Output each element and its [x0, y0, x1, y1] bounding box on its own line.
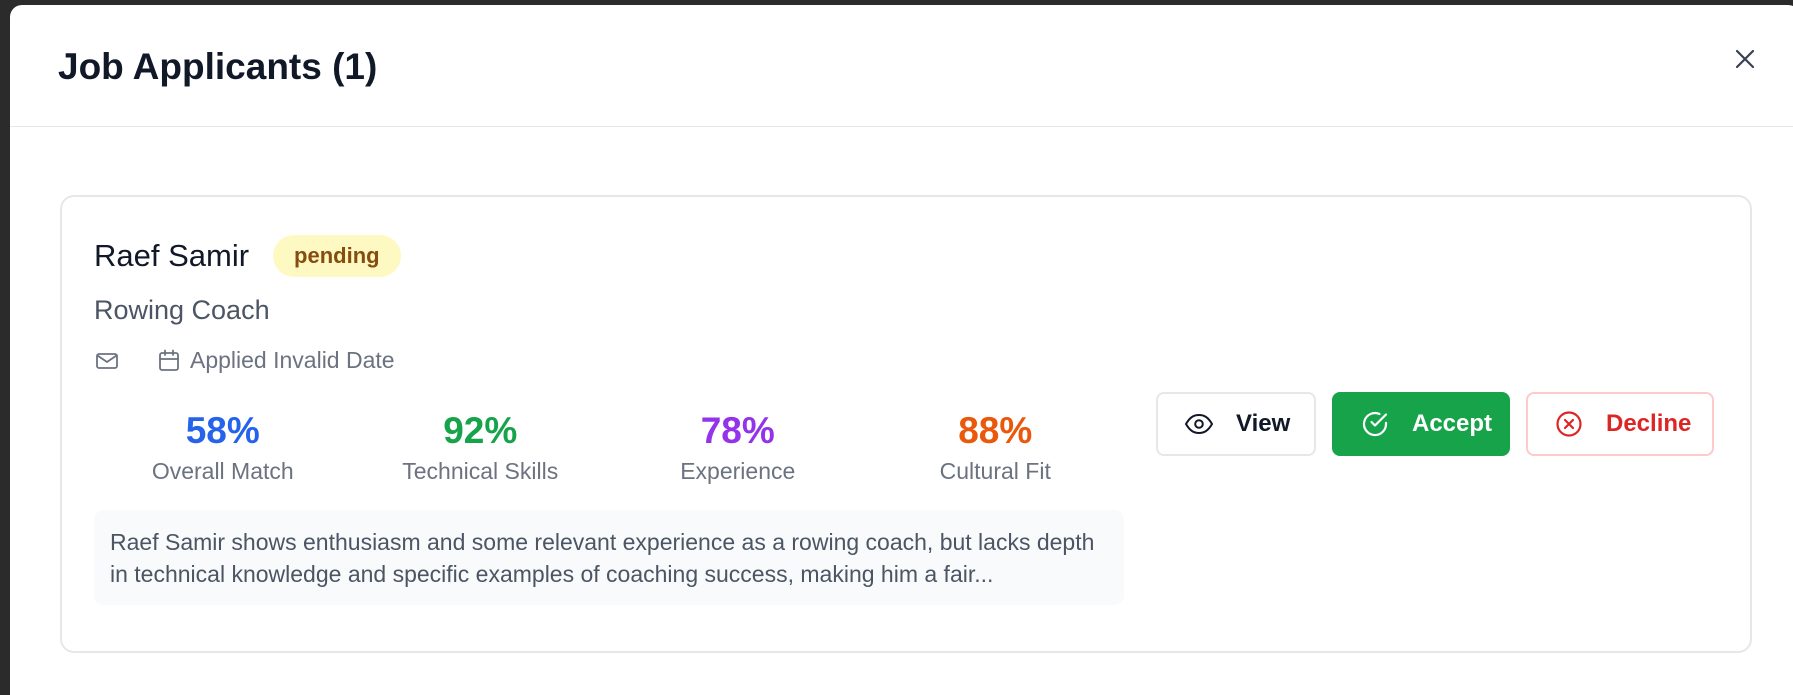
mail-icon[interactable]: [94, 348, 120, 374]
view-button[interactable]: View: [1156, 392, 1316, 456]
applied-date-text: Applied Invalid Date: [190, 347, 395, 373]
x-circle-icon: [1554, 408, 1584, 440]
decline-button[interactable]: Decline: [1526, 392, 1714, 456]
applicant-card: Raef Samir pending Rowing Coach Applied …: [60, 195, 1752, 653]
modal-title: Job Applicants (1): [58, 46, 378, 87]
accept-label: Accept: [1412, 410, 1493, 437]
check-circle-icon: [1360, 408, 1390, 440]
calendar-icon: [156, 348, 182, 374]
job-title: Rowing Coach: [94, 295, 270, 325]
metric-value: 78%: [700, 410, 775, 451]
close-icon: [1735, 49, 1755, 69]
accept-button[interactable]: Accept: [1332, 392, 1510, 456]
applicant-name: Raef Samir: [94, 238, 250, 273]
metric-value: 88%: [958, 410, 1033, 451]
score-metrics: 58% Overall Match 92% Technical Skills 7…: [94, 410, 1125, 485]
metric-cultural-fit: 88% Cultural Fit: [867, 410, 1125, 485]
metric-experience: 78% Experience: [609, 410, 867, 485]
decline-label: Decline: [1606, 410, 1692, 437]
ai-summary: Raef Samir shows enthusiasm and some rel…: [94, 510, 1124, 605]
metric-value: 92%: [443, 410, 518, 451]
eye-icon: [1184, 408, 1214, 440]
close-button[interactable]: [1729, 43, 1761, 75]
metric-overall-match: 58% Overall Match: [94, 410, 352, 485]
status-badge: pending: [273, 235, 401, 277]
applicant-actions: View Accept Decline: [1156, 392, 1714, 456]
job-applicants-modal: Job Applicants (1) Raef Samir pending Ro…: [10, 5, 1793, 695]
applicant-meta: Applied Invalid Date: [94, 347, 395, 374]
metric-label: Overall Match: [151, 457, 294, 484]
metric-technical-skills: 92% Technical Skills: [352, 410, 610, 485]
view-label: View: [1236, 410, 1291, 437]
metric-value: 58%: [185, 410, 260, 451]
applicant-name-row: Raef Samir pending: [94, 235, 401, 277]
metric-label: Experience: [680, 457, 796, 484]
applied-date: Applied Invalid Date: [156, 347, 395, 374]
metric-label: Technical Skills: [402, 457, 559, 484]
metric-label: Cultural Fit: [939, 457, 1051, 484]
modal-header: Job Applicants (1): [10, 5, 1793, 127]
